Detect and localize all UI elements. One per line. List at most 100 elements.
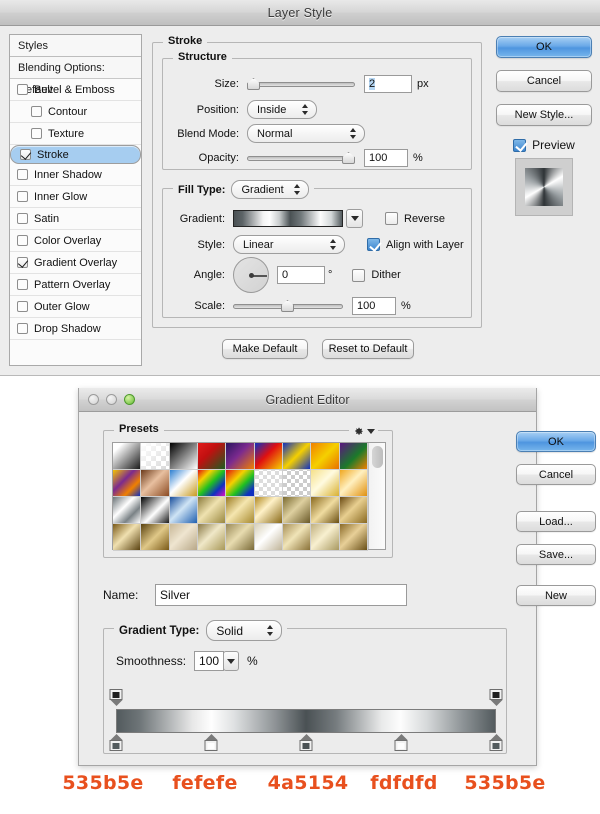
gradient-style-select[interactable]: Linear — [233, 235, 345, 254]
angle-input[interactable]: 0 — [277, 266, 325, 284]
reset-to-default-button[interactable]: Reset to Default — [322, 339, 414, 359]
effect-checkbox[interactable] — [17, 213, 28, 224]
sidebar-item-inner-glow[interactable]: Inner Glow — [10, 186, 141, 208]
preset-swatch[interactable] — [113, 470, 142, 497]
effect-checkbox[interactable] — [17, 84, 28, 95]
size-input[interactable]: 2 — [364, 75, 412, 93]
align-with-layer-checkbox[interactable]: Align with Layer — [367, 238, 464, 251]
ok-button[interactable]: OK — [496, 36, 592, 58]
preset-swatch[interactable] — [339, 470, 369, 497]
opacity-stop[interactable] — [489, 689, 503, 706]
blend-mode-select[interactable]: Normal — [247, 124, 365, 143]
effect-checkbox[interactable] — [17, 323, 28, 334]
smoothness-input[interactable]: 100 — [194, 651, 225, 671]
color-stop[interactable] — [489, 734, 503, 751]
presets-menu-button[interactable] — [349, 425, 378, 438]
sidebar-item-drop-shadow[interactable]: Drop Shadow — [10, 318, 141, 340]
preset-swatch[interactable] — [226, 524, 255, 551]
preset-swatch[interactable] — [339, 443, 369, 470]
dither-checkbox[interactable]: Dither — [352, 268, 401, 282]
sidebar-item-pattern-overlay[interactable]: Pattern Overlay — [10, 274, 141, 296]
sidebar-item-inner-shadow[interactable]: Inner Shadow — [10, 164, 141, 186]
size-slider[interactable] — [247, 78, 355, 90]
smoothness-dropdown[interactable] — [223, 651, 240, 671]
preset-swatch[interactable] — [311, 470, 340, 497]
new-style-button[interactable]: New Style... — [496, 104, 592, 126]
make-default-button[interactable]: Make Default — [222, 339, 308, 359]
sidebar-item-satin[interactable]: Satin — [10, 208, 141, 230]
ge-ok-button[interactable]: OK — [516, 431, 596, 452]
gradient-preset-dropdown[interactable] — [346, 209, 363, 228]
color-stop[interactable] — [299, 734, 313, 751]
preset-swatch[interactable] — [198, 524, 227, 551]
preset-swatch[interactable] — [198, 443, 227, 470]
opacity-input[interactable]: 100 — [364, 149, 408, 167]
load-button[interactable]: Load... — [516, 511, 596, 532]
gradient-swatch[interactable] — [233, 210, 343, 227]
sidebar-item-outer-glow[interactable]: Outer Glow — [10, 296, 141, 318]
presets-scrollbar[interactable] — [368, 443, 385, 549]
scale-input[interactable]: 100 — [352, 297, 396, 315]
effect-checkbox[interactable] — [20, 149, 31, 160]
preset-swatch[interactable] — [254, 443, 284, 470]
effect-checkbox[interactable] — [31, 128, 42, 139]
reverse-checkbox[interactable]: Reverse — [385, 212, 445, 225]
sidebar-item-stroke[interactable]: Stroke — [10, 145, 141, 164]
preset-swatch[interactable] — [169, 524, 199, 551]
position-select[interactable]: Inside — [247, 100, 317, 119]
new-preset-button[interactable]: New — [516, 585, 596, 606]
effect-checkbox[interactable] — [17, 169, 28, 180]
effect-checkbox[interactable] — [31, 106, 42, 117]
ge-cancel-button[interactable]: Cancel — [516, 464, 596, 485]
opacity-stop[interactable] — [109, 689, 123, 706]
preset-swatch[interactable] — [283, 497, 312, 524]
sidebar-item-color-overlay[interactable]: Color Overlay — [10, 230, 141, 252]
preset-swatch[interactable] — [169, 443, 199, 470]
color-stop[interactable] — [204, 734, 218, 751]
preset-swatch[interactable] — [198, 470, 227, 497]
presets-grid[interactable] — [113, 443, 369, 551]
effect-checkbox[interactable] — [17, 235, 28, 246]
angle-dial[interactable] — [233, 257, 269, 293]
preset-swatch[interactable] — [169, 470, 199, 497]
effect-checkbox[interactable] — [17, 279, 28, 290]
preset-swatch[interactable] — [226, 497, 255, 524]
preset-swatch[interactable] — [283, 443, 312, 470]
preset-swatch[interactable] — [254, 497, 284, 524]
styles-header[interactable]: Styles — [10, 35, 141, 57]
gradient-bar[interactable] — [116, 709, 496, 733]
scrollbar-thumb[interactable] — [372, 446, 384, 468]
preset-swatch[interactable] — [283, 470, 312, 497]
save-button[interactable]: Save... — [516, 544, 596, 565]
preset-swatch[interactable] — [339, 524, 369, 551]
preset-swatch[interactable] — [254, 524, 284, 551]
preset-swatch[interactable] — [311, 497, 340, 524]
preset-swatch[interactable] — [113, 524, 142, 551]
effect-checkbox[interactable] — [17, 257, 28, 268]
blending-options-row[interactable]: Blending Options: Default — [10, 57, 141, 96]
scale-slider[interactable] — [233, 300, 343, 312]
preset-swatch[interactable] — [254, 470, 284, 497]
color-stop[interactable] — [394, 734, 408, 751]
minimize-icon[interactable] — [106, 394, 117, 405]
preset-swatch[interactable] — [141, 497, 170, 524]
preset-swatch[interactable] — [283, 524, 312, 551]
fill-type-select[interactable]: Gradient — [231, 180, 310, 199]
preset-swatch[interactable] — [198, 497, 227, 524]
sidebar-item-texture[interactable]: Texture — [10, 123, 141, 145]
preset-swatch[interactable] — [226, 443, 255, 470]
cancel-button[interactable]: Cancel — [496, 70, 592, 92]
gradient-name-input[interactable]: Silver — [155, 584, 407, 606]
preset-swatch[interactable] — [141, 470, 170, 497]
sidebar-item-gradient-overlay[interactable]: Gradient Overlay — [10, 252, 141, 274]
zoom-icon[interactable] — [124, 394, 135, 405]
preset-swatch[interactable] — [141, 443, 170, 470]
preset-swatch[interactable] — [226, 470, 255, 497]
effect-checkbox[interactable] — [17, 301, 28, 312]
preview-checkbox[interactable]: Preview — [496, 138, 592, 152]
preset-swatch[interactable] — [311, 443, 340, 470]
opacity-slider[interactable] — [247, 152, 355, 164]
sidebar-item-contour[interactable]: Contour — [10, 101, 141, 123]
preset-swatch[interactable] — [113, 443, 142, 470]
preset-swatch[interactable] — [141, 524, 170, 551]
